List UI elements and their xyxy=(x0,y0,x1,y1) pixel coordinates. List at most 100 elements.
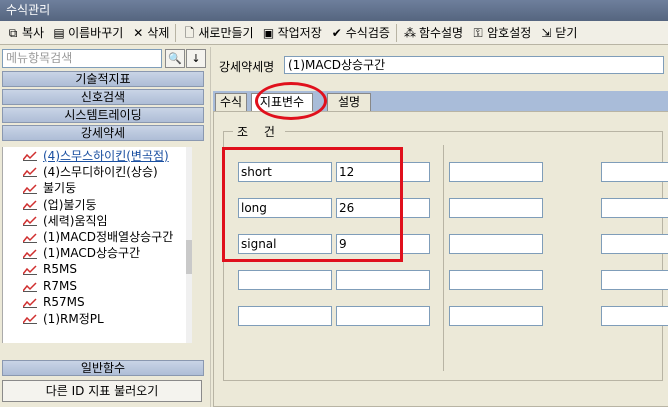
category-system-trading[interactable]: 시스템트레이딩 xyxy=(2,107,204,123)
left-panel: 메뉴항목검색 🔍 ↓ 기술적지표 신호검색 시스템트레이딩 강세약세 (4)스무… xyxy=(0,47,208,407)
tree-item-label: (1)RM정PL xyxy=(43,311,104,326)
indicator-tree: (4)스무스하이킨(변곡점) (4)스무디하이킨(상승) 불기둥 (업)불기둥 (세력)… xyxy=(2,147,192,343)
category-technical-indicators[interactable]: 기술적지표 xyxy=(2,71,204,87)
rename-icon: ▤ xyxy=(53,25,65,40)
line-chart-icon xyxy=(22,281,37,292)
tree-item-label: 불기둥 xyxy=(43,181,77,196)
tree-item[interactable]: (4)스무디하이킨(상승) xyxy=(3,163,192,179)
name-label: 강세약세명 xyxy=(219,60,275,74)
variable-name-field-right[interactable] xyxy=(449,162,543,182)
delete-button[interactable]: ✕ 삭제 xyxy=(127,22,173,44)
tree-item[interactable]: (업)불기둥 xyxy=(3,196,192,212)
tree-item-label: (4)스무디하이킨(상승) xyxy=(43,164,158,179)
variable-name-field-right[interactable] xyxy=(449,306,543,326)
close-label: 닫기 xyxy=(555,26,578,40)
tree-item[interactable]: (1)RM정PL xyxy=(3,310,192,326)
tree-item-label: (1)MACD정배열상승구간 xyxy=(43,230,174,245)
tree-item[interactable]: 불기둥 xyxy=(3,180,192,196)
tree-item[interactable]: R57MS xyxy=(3,294,192,310)
tab-formula[interactable]: 수식 xyxy=(215,93,247,111)
variable-value-field[interactable] xyxy=(336,270,430,290)
toolbar-separator xyxy=(395,23,397,42)
save-button[interactable]: ▣ 작업저장 xyxy=(258,22,326,44)
tree-item-label: R5MS xyxy=(43,262,77,277)
arrow-down-icon: ↓ xyxy=(191,52,201,65)
line-chart-icon xyxy=(22,199,37,211)
variable-value-field[interactable] xyxy=(336,306,430,326)
search-icon: 🔍 xyxy=(168,52,182,65)
variable-name-field-right[interactable] xyxy=(449,270,543,290)
delete-label: 삭제 xyxy=(147,26,170,40)
tree-item-label: (업)불기둥 xyxy=(43,197,97,212)
tree-item-label: (1)MACD상승구간 xyxy=(43,246,141,261)
rename-button[interactable]: ▤ 이름바꾸기 xyxy=(48,22,127,44)
category-general-functions[interactable]: 일반함수 xyxy=(2,360,204,376)
variable-name-field-right[interactable] xyxy=(449,198,543,218)
save-label: 작업저장 xyxy=(277,26,322,40)
variable-name-field[interactable] xyxy=(238,270,332,290)
line-chart-icon xyxy=(22,150,37,162)
highlight-ellipse xyxy=(255,82,327,120)
toolbar: ⧉ 복사 ▤ 이름바꾸기 ✕ 삭제 🗋 새로만들기 ▣ 작업저장 ✔ 수식검증 … xyxy=(0,21,668,45)
variable-value-field-right[interactable] xyxy=(601,306,668,326)
variable-name-field[interactable] xyxy=(238,306,332,326)
new-button[interactable]: 🗋 새로만들기 xyxy=(178,22,257,44)
copy-icon: ⧉ xyxy=(8,25,18,40)
tree-item-label: R7MS xyxy=(43,278,77,293)
close-button[interactable]: ⇲ 닫기 xyxy=(535,22,581,44)
line-chart-icon xyxy=(22,215,37,227)
password-label: 암호설정 xyxy=(487,26,532,40)
copy-label: 복사 xyxy=(22,26,45,40)
tree-item[interactable]: (세력)움직임 xyxy=(3,212,192,228)
window-title: 수식관리 xyxy=(0,0,668,21)
function-help-label: 함수설명 xyxy=(418,26,464,40)
variable-value-field-right[interactable] xyxy=(601,162,668,182)
variable-value-field-right[interactable] xyxy=(601,234,668,254)
password-button[interactable]: ⚿ 암호설정 xyxy=(467,22,535,44)
load-other-id-button[interactable]: 다른 ID 지표 불러오기 xyxy=(2,380,202,402)
conditions-title: 조 건 xyxy=(233,123,285,140)
tree-scrollbar-thumb[interactable] xyxy=(186,240,192,274)
lock-icon: ⚿ xyxy=(473,25,483,40)
delete-icon: ✕ xyxy=(133,25,144,40)
function-help-button[interactable]: ⁂ 함수설명 xyxy=(399,22,467,44)
line-chart-icon xyxy=(22,248,37,259)
name-field[interactable]: (1)MACD상승구간 xyxy=(284,56,664,74)
exit-icon: ⇲ xyxy=(541,25,552,40)
scroll-down-button[interactable]: ↓ xyxy=(186,49,206,68)
tree-item[interactable]: R5MS xyxy=(3,261,192,277)
highlight-rectangle xyxy=(222,147,403,262)
tree-item-label: (세력)움직임 xyxy=(43,213,108,228)
variable-name-field-right[interactable] xyxy=(449,234,543,254)
variable-value-field-right[interactable] xyxy=(601,198,668,218)
copy-button[interactable]: ⧉ 복사 xyxy=(2,22,48,44)
tree-item-label: R57MS xyxy=(43,294,85,309)
tree-item[interactable]: (1)MACD정배열상승구간 xyxy=(3,228,192,244)
line-chart-icon xyxy=(22,264,37,276)
rename-label: 이름바꾸기 xyxy=(68,26,124,40)
verify-button[interactable]: ✔ 수식검증 xyxy=(326,22,394,44)
line-chart-icon xyxy=(22,297,37,308)
category-signal-search[interactable]: 신호검색 xyxy=(2,89,204,105)
tree-item[interactable]: R7MS xyxy=(3,277,192,293)
tree-item[interactable]: (1)MACD상승구간 xyxy=(3,245,192,261)
checkmark-icon: ✔ xyxy=(331,25,342,40)
variable-value-field-right[interactable] xyxy=(601,270,668,290)
line-chart-icon xyxy=(22,183,37,194)
save-icon: ▣ xyxy=(262,25,275,40)
tree-item-label: (4)스무스하이킨(변곡점) xyxy=(43,148,169,163)
wand-icon: ⁂ xyxy=(403,25,416,40)
menu-search-input[interactable]: 메뉴항목검색 xyxy=(2,49,162,68)
line-chart-icon xyxy=(22,166,37,178)
new-label: 새로만들기 xyxy=(198,26,254,40)
new-document-icon: 🗋 xyxy=(184,25,195,40)
tree-item[interactable]: (4)스무스하이킨(변곡점) xyxy=(3,147,192,163)
category-strength-weakness[interactable]: 강세약세 xyxy=(2,125,204,141)
line-chart-icon xyxy=(22,232,37,243)
tab-description[interactable]: 설명 xyxy=(327,93,371,111)
group-divider xyxy=(443,145,444,371)
toolbar-separator xyxy=(175,23,177,42)
line-chart-icon xyxy=(22,313,37,325)
verify-label: 수식검증 xyxy=(345,26,390,40)
search-button[interactable]: 🔍 xyxy=(165,49,185,68)
